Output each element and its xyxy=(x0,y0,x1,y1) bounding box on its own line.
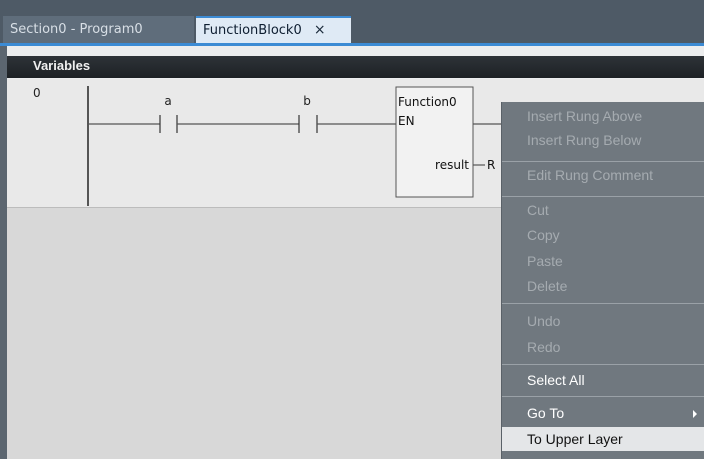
tab-section0-program0[interactable]: Section0 - Program0 xyxy=(3,16,194,43)
tab-functionblock0[interactable]: FunctionBlock0 × xyxy=(196,16,351,43)
menu-item-go-to[interactable]: Go To xyxy=(502,401,704,425)
contact-b[interactable]: b xyxy=(298,94,318,133)
contact-a[interactable]: a xyxy=(159,94,178,133)
function-block-input: EN xyxy=(398,114,415,128)
function-block-instance: Function0 xyxy=(398,95,457,109)
contact-label: a xyxy=(164,94,171,108)
menu-item-undo[interactable]: Undo xyxy=(502,309,704,333)
menu-separator xyxy=(502,364,704,365)
document-tab-bar: Section0 - Program0 FunctionBlock0 × xyxy=(0,0,704,43)
menu-separator xyxy=(502,396,704,397)
menu-item-copy[interactable]: Copy xyxy=(502,223,704,247)
output-variable: R xyxy=(487,158,495,172)
rung-number: 0 xyxy=(33,86,41,100)
tab-label: Section0 - Program0 xyxy=(10,22,143,37)
menu-separator xyxy=(502,303,704,304)
variables-label: Variables xyxy=(33,58,91,73)
close-icon[interactable]: × xyxy=(314,18,326,42)
menu-item-select-all[interactable]: Select All xyxy=(502,368,704,392)
menu-item-insert-rung-above[interactable]: Insert Rung Above xyxy=(502,104,704,128)
menu-item-insert-rung-below[interactable]: Insert Rung Below xyxy=(502,128,704,152)
tab-label: FunctionBlock0 xyxy=(203,23,302,38)
menu-item-delete[interactable]: Delete xyxy=(502,274,704,298)
menu-item-redo[interactable]: Redo xyxy=(502,335,704,359)
menu-separator xyxy=(502,196,704,197)
contact-label: b xyxy=(303,94,311,108)
menu-separator xyxy=(502,161,704,162)
menu-item-edit-rung-comment[interactable]: Edit Rung Comment xyxy=(502,163,704,187)
context-menu: Insert Rung Above Insert Rung Below Edit… xyxy=(501,102,704,459)
menu-item-to-upper-layer[interactable]: To Upper Layer xyxy=(502,427,704,451)
menu-item-paste[interactable]: Paste xyxy=(502,249,704,273)
submenu-arrow-icon xyxy=(693,410,697,418)
function-block[interactable]: Function0 EN result xyxy=(395,86,474,198)
menu-item-cut[interactable]: Cut xyxy=(502,198,704,222)
function-block-output: result xyxy=(435,158,469,172)
variables-panel-header[interactable]: Variables xyxy=(7,56,704,78)
